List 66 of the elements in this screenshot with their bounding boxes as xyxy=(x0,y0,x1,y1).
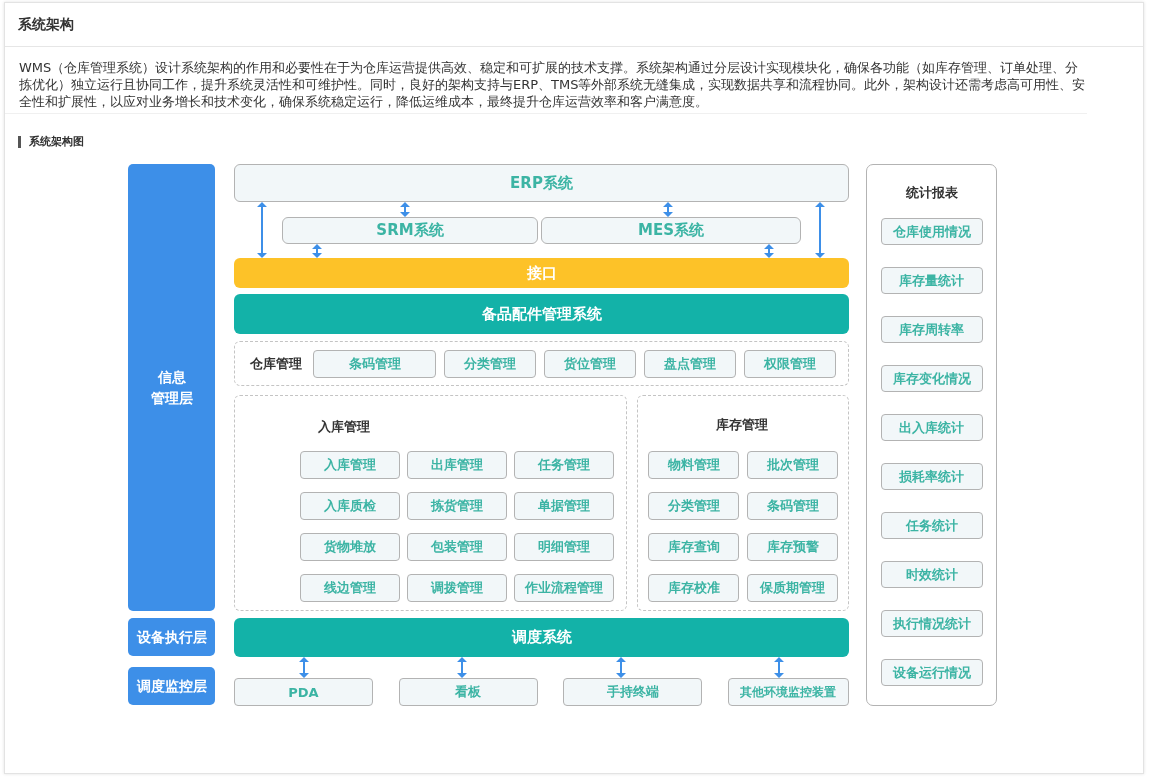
group-title: 库存管理 xyxy=(716,416,769,434)
subsystem-box: MES系统 xyxy=(541,217,801,244)
module-box: 入库质检 xyxy=(300,492,400,520)
double-arrow xyxy=(764,244,774,258)
page-title: 系统架构 xyxy=(18,15,74,34)
report-box: 任务统计 xyxy=(880,512,983,539)
report-box: 库存量统计 xyxy=(880,267,983,294)
module-box: 单据管理 xyxy=(514,492,614,520)
module-box: 任务管理 xyxy=(514,451,614,479)
report-box: 执行情况统计 xyxy=(880,610,983,637)
panel-title: 统计报表 xyxy=(905,184,958,202)
erp-system-box: ERP系统 xyxy=(234,164,849,202)
double-arrow xyxy=(815,202,825,258)
report-box: 损耗率统计 xyxy=(880,463,983,490)
section-marker-icon xyxy=(18,135,21,148)
module-box: 货位管理 xyxy=(544,349,636,378)
group-title: 入库管理 xyxy=(318,418,371,436)
dispatch-system-bar: 调度系统 xyxy=(234,618,849,657)
module-box: 条码管理 xyxy=(747,492,838,520)
report-box: 出入库统计 xyxy=(880,414,983,441)
report-box: 库存周转率 xyxy=(880,316,983,343)
layer-label: 调度监控层 xyxy=(128,667,215,705)
module-box: 库存校准 xyxy=(648,574,739,602)
module-box: 包装管理 xyxy=(407,533,507,561)
section-title: 系统架构图 xyxy=(29,134,84,149)
module-box: 入库管理 xyxy=(300,451,400,479)
double-arrow xyxy=(774,657,785,678)
report-box: 库存变化情况 xyxy=(880,365,983,392)
double-arrow xyxy=(400,202,410,217)
module-box: 保质期管理 xyxy=(747,574,838,602)
report-box: 时效统计 xyxy=(880,561,983,588)
subsystem-box: SRM系统 xyxy=(282,217,538,244)
double-arrow xyxy=(615,657,626,678)
layer-label: 信息 管理层 xyxy=(128,164,215,611)
double-arrow xyxy=(663,202,673,217)
module-box: 库存查询 xyxy=(648,533,739,561)
double-arrow xyxy=(257,202,267,258)
report-box: 设备运行情况 xyxy=(880,659,983,686)
layer-label: 设备执行层 xyxy=(128,618,215,656)
device-box: PDA xyxy=(234,678,373,706)
module-box: 明细管理 xyxy=(514,533,614,561)
module-box: 调拨管理 xyxy=(407,574,507,602)
module-box: 盘点管理 xyxy=(644,349,736,378)
double-arrow xyxy=(312,244,322,258)
device-box: 手持终端 xyxy=(563,678,703,706)
module-box: 库存预警 xyxy=(747,533,838,561)
module-box: 条码管理 xyxy=(313,349,436,378)
interface-bar: 接口 xyxy=(234,258,849,288)
module-box: 分类管理 xyxy=(444,349,536,378)
module-box: 权限管理 xyxy=(744,349,836,378)
group-title: 仓库管理 xyxy=(250,354,302,373)
double-arrow xyxy=(457,657,468,678)
module-box: 作业流程管理 xyxy=(514,574,614,602)
module-box: 拣货管理 xyxy=(407,492,507,520)
module-box: 线边管理 xyxy=(300,574,400,602)
module-box: 物料管理 xyxy=(648,451,739,479)
core-system-bar: 备品配件管理系统 xyxy=(234,294,849,334)
device-box: 看板 xyxy=(398,678,538,706)
module-box: 批次管理 xyxy=(747,451,838,479)
module-box: 货物堆放 xyxy=(300,533,400,561)
device-box: 其他环境监控装置 xyxy=(727,678,849,706)
double-arrow xyxy=(298,657,309,678)
report-box: 仓库使用情况 xyxy=(880,218,983,245)
description-paragraph: WMS（仓库管理系统）设计系统架构的作用和必要性在于为仓库运营提供高效、稳定和可扩展的技术支撑。系统架构通过分层设计实现模块化，确保各功能（如库存管理、订单处理、分拣优化）独立运行且协同工作，提升系统灵活性和可维护性。同时，良好的架构支持与ERP、TMS等外部系统无缝集成，实现数据共享和流程协同。此外，架构设计还需考虑高可用性、安全性和扩展性，以应对业务增长和技术变化，确保系统稳定运行，降低运维成本，最终提升仓库运营效率和客户满意度。 xyxy=(5,47,1087,114)
module-box: 分类管理 xyxy=(648,492,739,520)
module-box: 出库管理 xyxy=(407,451,507,479)
